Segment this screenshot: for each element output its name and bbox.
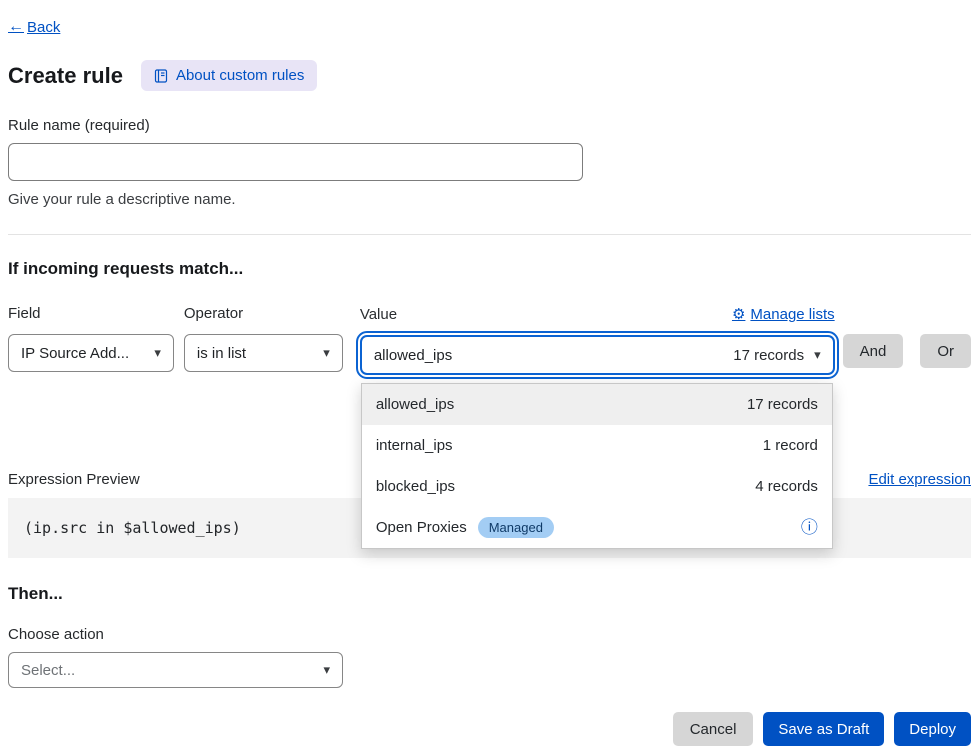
manage-lists-label: Manage lists [750,306,834,323]
list-option-name: internal_ips [376,437,453,454]
rule-name-label: Rule name (required) [8,117,971,134]
list-option-meta: 4 records [755,478,818,495]
value-select[interactable]: allowed_ips 17 records ▾ [360,335,835,375]
list-option-meta: 17 records [747,396,818,413]
rule-name-input[interactable] [8,143,583,181]
field-label: Field [8,305,174,322]
create-rule-page: ←Back Create rule About custom rules Rul… [0,0,979,739]
page-title: Create rule [8,63,123,89]
list-option-blocked-ips[interactable]: blocked_ips 4 records [362,466,832,507]
list-option-internal-ips[interactable]: internal_ips 1 record [362,425,832,466]
chevron-down-icon: ▾ [323,662,330,678]
action-select[interactable]: Select... ▾ [8,652,343,688]
field-select-value: IP Source Add... [21,345,129,362]
value-select-meta: 17 records [733,347,804,364]
back-link[interactable]: ←Back [8,18,60,36]
list-option-name: allowed_ips [376,396,454,413]
back-arrow-icon: ← [8,18,24,36]
operator-select-value: is in list [197,345,246,362]
chevron-down-icon: ▾ [814,347,821,363]
gear-icon: ⚙ [732,305,745,323]
field-select[interactable]: IP Source Add... ▾ [8,334,174,372]
save-as-draft-button[interactable]: Save as Draft [763,712,884,746]
expression-preview-label: Expression Preview [8,471,140,488]
cancel-button[interactable]: Cancel [673,712,754,746]
or-button[interactable]: Or [920,334,971,368]
list-option-allowed-ips[interactable]: allowed_ips 17 records [362,384,832,425]
then-section-title: Then... [8,584,971,604]
back-label: Back [27,19,60,36]
choose-action-label: Choose action [8,626,971,643]
match-condition-row: Field IP Source Add... ▾ Operator is in … [8,305,971,375]
manage-lists-link[interactable]: ⚙ Manage lists [732,305,835,323]
deploy-button[interactable]: Deploy [894,712,971,746]
and-button[interactable]: And [843,334,904,368]
rule-name-help: Give your rule a descriptive name. [8,191,971,208]
match-section-title: If incoming requests match... [8,259,971,279]
about-custom-rules-label: About custom rules [176,67,304,84]
action-select-placeholder: Select... [21,662,75,679]
list-dropdown: allowed_ips 17 records internal_ips 1 re… [361,383,833,549]
operator-label: Operator [184,305,343,322]
book-icon [154,69,168,83]
list-option-meta: 1 record [763,437,818,454]
operator-select[interactable]: is in list ▾ [184,334,343,372]
managed-badge: Managed [478,517,554,538]
info-icon[interactable]: ⓘ [801,519,818,536]
edit-expression-link[interactable]: Edit expression [868,471,971,488]
section-divider [8,234,971,235]
chevron-down-icon: ▾ [323,345,330,361]
value-label: Value [360,306,397,323]
list-option-name: blocked_ips [376,478,455,495]
chevron-down-icon: ▾ [154,345,161,361]
about-custom-rules-link[interactable]: About custom rules [141,60,317,91]
list-option-name: Open Proxies [376,519,467,536]
list-option-open-proxies[interactable]: Open Proxies Managed ⓘ [362,507,832,548]
value-select-value: allowed_ips [374,347,452,364]
